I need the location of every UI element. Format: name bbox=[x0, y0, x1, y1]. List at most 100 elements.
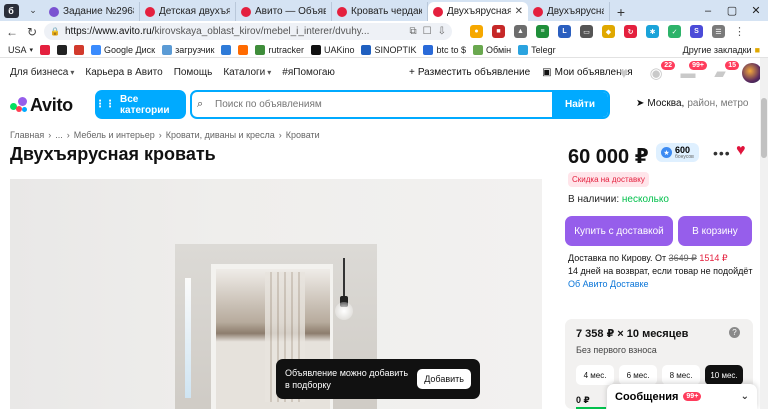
scrollbar-thumb[interactable] bbox=[761, 98, 767, 158]
buy-with-delivery-button[interactable]: Купить с доставкой bbox=[565, 216, 673, 246]
extension-icon[interactable]: ✓ bbox=[668, 25, 681, 38]
share-icon[interactable]: ⇩ bbox=[438, 26, 446, 37]
search-bar: ⌕ Найти bbox=[190, 90, 610, 119]
bonus-badge[interactable]: ★ 600 бонусов bbox=[656, 143, 699, 162]
reload-icon[interactable]: ↻ bbox=[24, 24, 40, 40]
link-i-help[interactable]: #яПомогаю bbox=[282, 67, 335, 78]
extension-icon[interactable]: ↻ bbox=[624, 25, 637, 38]
post-ad-link[interactable]: + Разместить объявление bbox=[409, 67, 530, 78]
tab-3[interactable]: Авито — Объявления bbox=[236, 2, 332, 21]
extension-icon[interactable]: S bbox=[690, 25, 703, 38]
installment-term-options: 4 мес. 6 мес. 8 мес. 10 мес. bbox=[576, 365, 743, 385]
link-career[interactable]: Карьера в Авито bbox=[85, 67, 162, 78]
notifications-bell-icon[interactable]: ◉ 22 bbox=[646, 61, 675, 82]
favicon-icon bbox=[145, 6, 155, 17]
tab-1[interactable]: Задание №2968915 bbox=[44, 2, 140, 21]
breadcrumb-beds-sofas[interactable]: Кровати, диваны и кресла bbox=[166, 130, 275, 140]
extension-icon[interactable]: ■ bbox=[492, 25, 505, 38]
url-field[interactable]: 🔒 https://www.avito.ru/kirovskaya_oblast… bbox=[44, 23, 452, 40]
extension-icon[interactable]: L bbox=[558, 25, 571, 38]
bookmark-uakino[interactable]: UAKino bbox=[310, 44, 354, 55]
more-menu-icon[interactable]: ⋮ bbox=[734, 25, 745, 38]
help-question-icon[interactable]: ? bbox=[729, 327, 740, 338]
other-bookmarks[interactable]: Другие закладки ■ bbox=[683, 45, 760, 55]
add-to-cart-button[interactable]: В корзину bbox=[678, 216, 752, 246]
bookmark-rutracker[interactable]: rutracker bbox=[255, 44, 304, 55]
location-selector[interactable]: ➤ Москва, район, метро bbox=[636, 98, 748, 109]
bookmark-google-drive[interactable]: Google Диск bbox=[91, 44, 155, 55]
avatar[interactable] bbox=[742, 63, 762, 83]
bookmark-obmin[interactable]: Обмін bbox=[473, 44, 511, 55]
tab-2[interactable]: Детская двухъярусная bbox=[140, 2, 236, 21]
bookmark-usa[interactable]: USA ▾ bbox=[8, 45, 33, 55]
term-option-4[interactable]: 4 мес. bbox=[576, 365, 614, 385]
tabs-dropdown-button[interactable]: ⌄ bbox=[22, 0, 44, 21]
extension-icon[interactable]: ✱ bbox=[646, 25, 659, 38]
bookmark-sinoptik[interactable]: SINOPTIK bbox=[361, 44, 416, 55]
ads-icon: ▣ bbox=[542, 67, 552, 78]
breadcrumb-beds[interactable]: Кровати bbox=[286, 130, 320, 140]
messages-icon[interactable]: ▬ 99+ bbox=[678, 61, 707, 82]
link-help[interactable]: Помощь bbox=[174, 67, 213, 78]
chevron-down-icon[interactable]: ⌄ bbox=[741, 391, 749, 402]
cart-icon[interactable]: ▰ 15 bbox=[710, 61, 739, 82]
bookmark-favicon-icon bbox=[57, 44, 68, 55]
maximize-icon[interactable]: ▢ bbox=[720, 0, 744, 21]
avito-logo[interactable]: Avito bbox=[10, 95, 73, 116]
page-title: Двухъярусная кровать bbox=[10, 144, 216, 164]
tab-6[interactable]: Двухъярусная Эко кровать bbox=[528, 2, 610, 21]
bookmark-btc[interactable]: btc to $ bbox=[423, 44, 466, 55]
link-catalogs[interactable]: Каталоги bbox=[223, 67, 271, 78]
extension-icon[interactable]: ◆ bbox=[602, 25, 615, 38]
top-links: Для бизнеса Карьера в Авито Помощь Катал… bbox=[10, 67, 335, 78]
add-to-collection-button[interactable]: Добавить bbox=[417, 369, 471, 389]
extension-icon[interactable]: ● bbox=[470, 25, 483, 38]
extension-icon[interactable]: ▭ bbox=[580, 25, 593, 38]
breadcrumb-furniture[interactable]: Мебель и интерьер bbox=[74, 130, 155, 140]
profile-icon[interactable]: ☰ bbox=[712, 25, 725, 38]
close-tab-icon[interactable]: ✕ bbox=[515, 6, 523, 17]
bookmark-icon[interactable]: ☐ bbox=[423, 26, 432, 37]
search-input[interactable] bbox=[215, 99, 552, 110]
bookmark-icon-only[interactable] bbox=[40, 44, 51, 55]
tab-4[interactable]: Кровать чердак домик bbox=[332, 2, 428, 21]
extension-icon[interactable]: ≡ bbox=[536, 25, 549, 38]
bookmark-icon-only[interactable] bbox=[221, 44, 232, 55]
extension-icon[interactable]: ▲ bbox=[514, 25, 527, 38]
more-options-icon[interactable]: ••• bbox=[713, 145, 731, 161]
url-host: https://www.avito.ru/ bbox=[64, 26, 155, 37]
cart-badge: 15 bbox=[725, 61, 739, 70]
favorite-heart-icon[interactable]: ♥ bbox=[736, 142, 746, 160]
bookmark-downloader[interactable]: загрузчик bbox=[162, 44, 214, 55]
search-button[interactable]: Найти bbox=[552, 92, 608, 117]
term-option-8[interactable]: 8 мес. bbox=[662, 365, 700, 385]
favicon-icon bbox=[49, 6, 59, 17]
bookmark-telegram[interactable]: Telegr bbox=[518, 44, 556, 55]
tab-active[interactable]: Двухъярусная кровать✕ bbox=[428, 2, 528, 21]
extension-puzzle-icon[interactable]: ⧉ bbox=[410, 26, 417, 37]
breadcrumb-ellipsis[interactable]: ... bbox=[55, 130, 63, 140]
browser-menu-button[interactable]: б bbox=[0, 0, 22, 21]
bookmark-favicon-icon bbox=[310, 44, 321, 55]
term-option-10[interactable]: 10 мес. bbox=[705, 365, 743, 385]
price: 60 000 ₽ bbox=[568, 146, 649, 168]
search-icon: ⌕ bbox=[197, 98, 204, 110]
breadcrumb-home[interactable]: Главная bbox=[10, 130, 44, 140]
page-scrollbar[interactable] bbox=[760, 58, 768, 409]
all-categories-button[interactable]: ⋮⋮ Все категории bbox=[95, 90, 186, 119]
bookmark-icon-only[interactable] bbox=[74, 44, 85, 55]
bookmark-icon-only[interactable] bbox=[238, 44, 249, 55]
close-window-icon[interactable]: ✕ bbox=[744, 0, 768, 21]
link-for-business[interactable]: Для бизнеса bbox=[10, 67, 74, 78]
avito-delivery-link[interactable]: Об Авито Доставке bbox=[568, 278, 758, 291]
term-option-6[interactable]: 6 мес. bbox=[619, 365, 657, 385]
favorites-heart-icon[interactable]: ♥ bbox=[614, 64, 634, 82]
stock-status: В наличии: несколько bbox=[568, 194, 669, 205]
back-arrow-icon[interactable]: ← bbox=[4, 24, 20, 40]
lock-icon: 🔒 bbox=[50, 27, 60, 36]
bookmark-icon-only[interactable] bbox=[57, 44, 68, 55]
messages-panel[interactable]: Сообщения 99+ ⌄ bbox=[607, 384, 757, 409]
new-tab-button[interactable]: + bbox=[610, 2, 632, 21]
vk-icon bbox=[221, 44, 232, 55]
minimize-icon[interactable]: – bbox=[696, 0, 720, 21]
